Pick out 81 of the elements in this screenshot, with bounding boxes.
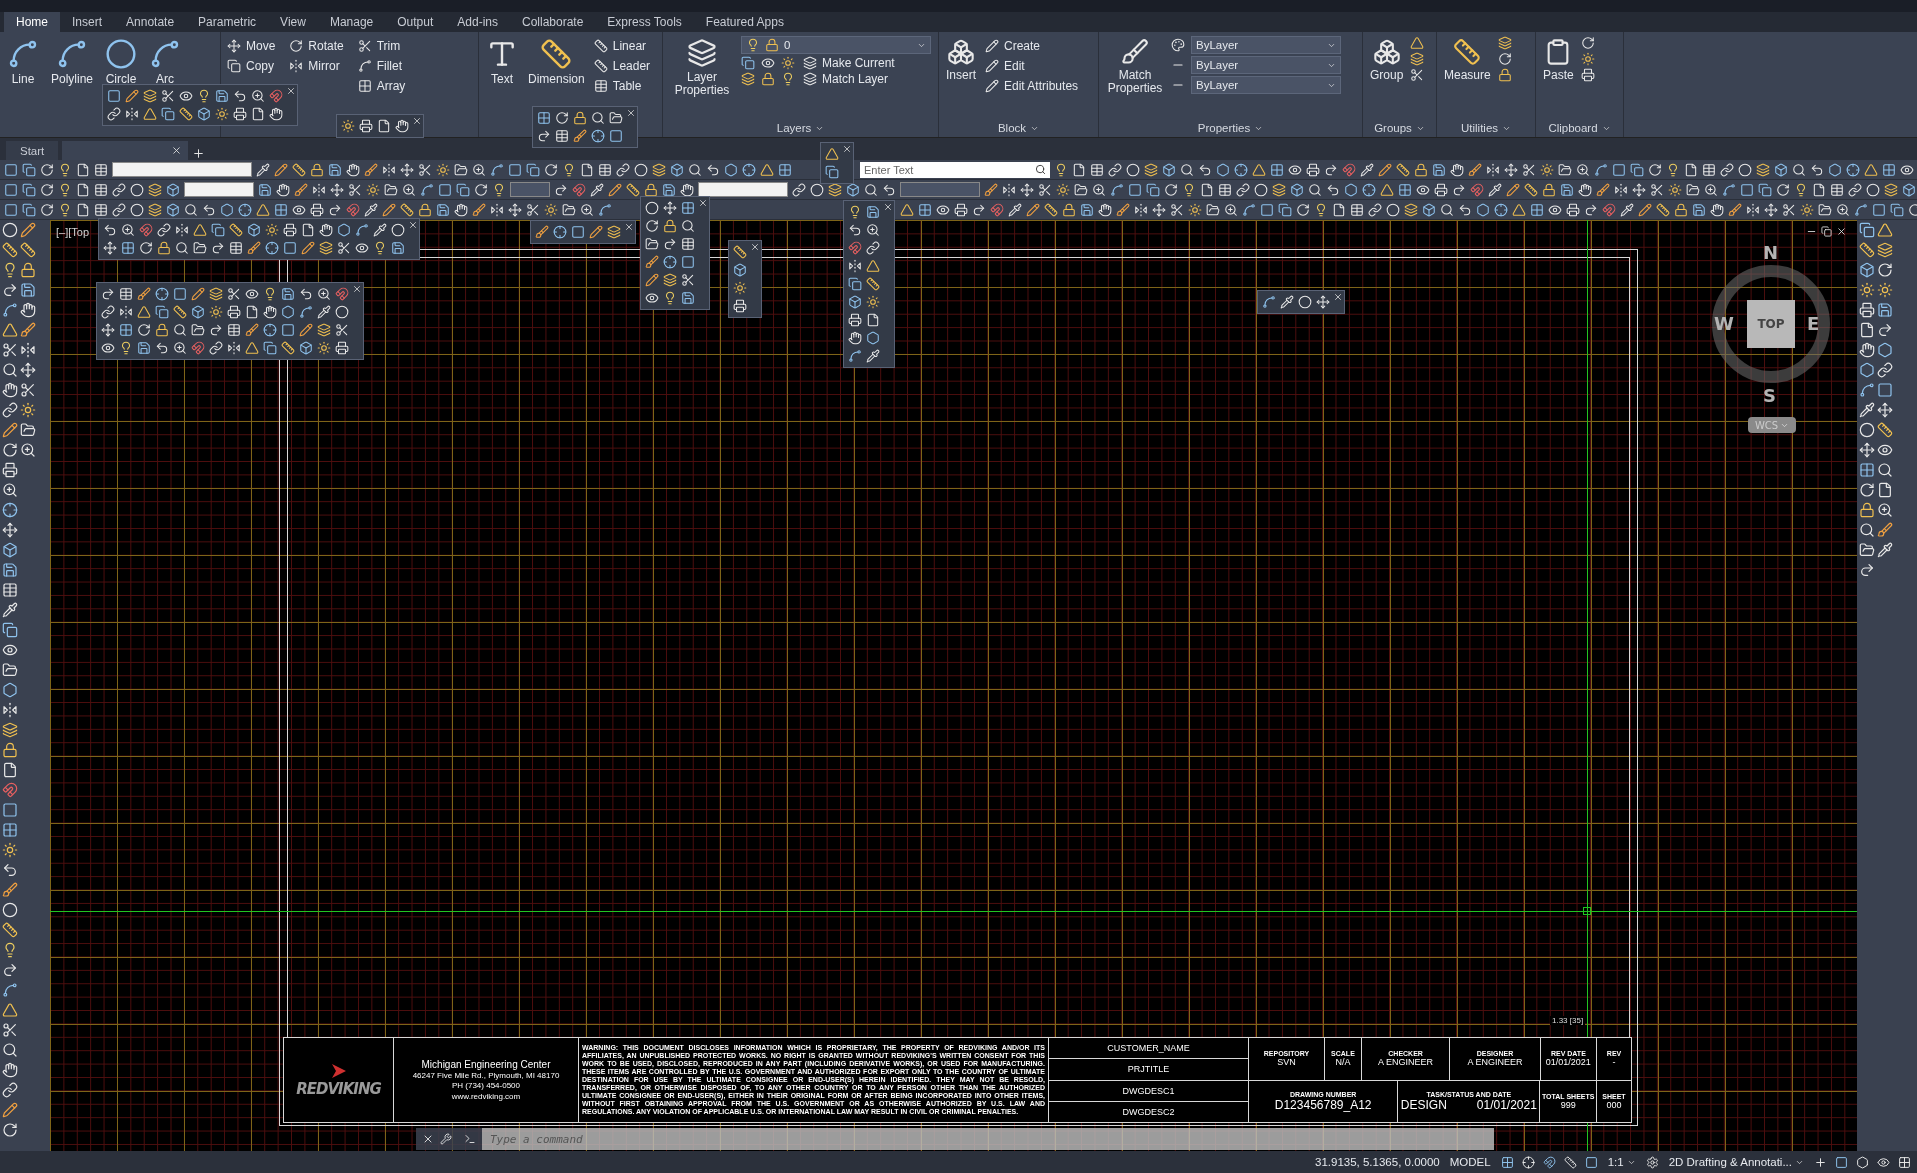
field-value: A ENGINEER [1467,1057,1523,1068]
description-cell: PRJTITLE [1049,1059,1248,1081]
field-value: 999 [1560,1099,1576,1110]
scale-label: 1.33 [35] [1550,1016,1586,1025]
panel-title[interactable]: Block [939,119,1098,137]
description-cell: CUSTOMER_NAME [1049,1038,1248,1060]
ribbon-button[interactable]: Circle [102,36,141,89]
company-info: Michigan Engineering Center [421,1057,551,1071]
description-cell: DWGDESC1 [1049,1080,1248,1102]
ribbon-button[interactable]: Leader [591,56,653,76]
field-value: SVN [1277,1057,1296,1068]
ribbon-tab[interactable]: Insert [60,12,115,32]
field-value: DESIGN [1400,1097,1447,1112]
ribbon-button[interactable]: Polyline [48,36,97,89]
property-dropdown[interactable]: ByLayer [1191,36,1341,54]
ribbon-tab[interactable]: Featured Apps [693,12,796,32]
compass-letter[interactable]: S [1763,385,1776,406]
ribbon-button[interactable]: Text [483,36,521,89]
viewport-label[interactable]: [–][Top [56,226,90,238]
layer-dropdown[interactable]: 0 [741,36,931,54]
ribbon-button[interactable]: Mirror [287,56,346,76]
ribbon-tab[interactable]: Parametric [186,12,269,32]
panel-title[interactable]: Layers [663,119,938,137]
panel-title[interactable]: Clipboard [1536,119,1623,137]
compass-letter[interactable]: N [1763,242,1779,263]
company-info: PH (734) 454-0500 [451,1081,520,1092]
ribbon-button[interactable]: Linear [591,36,653,56]
compass-letter[interactable]: E [1807,313,1820,334]
ribbon-button[interactable]: Array [355,76,408,96]
ribbon-button[interactable]: Fillet [355,56,408,76]
field-value: 000 [1606,1099,1622,1110]
ribbon-button[interactable]: Group [1367,36,1407,85]
scale-dropdown[interactable]: 1:1 [1605,1156,1638,1168]
file-tab[interactable]: Start [6,141,59,160]
ribbon-button[interactable]: Insert [943,36,979,85]
ribbon-button[interactable]: Table [591,76,653,96]
ribbon-button[interactable]: Line [4,36,42,89]
ribbon-button[interactable]: Measure [1441,36,1494,85]
ribbon-tab[interactable]: View [268,12,318,32]
ribbon-tab[interactable]: Home [4,12,60,32]
ribbon-button[interactable]: Match Properties [1103,36,1167,98]
company-info: 46247 Five Mile Rd., Plymouth, MI 48170 [412,1070,560,1082]
ribbon-tab[interactable]: Annotate [114,12,187,32]
ribbon-button[interactable]: Create [983,36,1081,56]
ribbon-button[interactable]: Trim [355,36,408,56]
field-value: 01/01/2021 [1476,1097,1537,1112]
compass-letter[interactable]: W [1714,313,1734,334]
property-dropdown[interactable]: ByLayer [1191,56,1341,74]
ribbon-button[interactable]: Copy [225,56,278,76]
ribbon-tab[interactable]: Collaborate [510,12,596,32]
ribbon-button[interactable]: Paste [1540,36,1577,85]
command-field[interactable]: Type a command [482,1128,1494,1150]
ribbon-tab[interactable]: Add-ins [445,12,510,32]
ribbon-tab[interactable]: Manage [317,12,386,32]
panel-title[interactable]: Utilities [1437,119,1535,137]
coordinates: 31.9135, 5.1365, 0.0000 [1315,1156,1440,1168]
ribbon-tab[interactable]: Express Tools [595,12,694,32]
field-value: N/A [1335,1057,1351,1068]
ribbon-button[interactable]: Layer Properties [667,36,737,100]
field-value: A ENGINEER [1378,1057,1434,1068]
ribbon-button[interactable]: Match Layer [801,72,891,86]
ribbon-button[interactable]: Edit Attributes [983,76,1081,96]
ribbon-button[interactable]: Rotate [287,36,346,56]
field-value: 01/01/2021 [1545,1057,1591,1068]
viewcube-face[interactable]: TOP [1747,300,1795,348]
workspace-dropdown[interactable]: 2D Drafting & Annotati... [1666,1156,1806,1168]
property-dropdown[interactable]: ByLayer [1191,76,1341,94]
ribbon-tab[interactable]: Output [385,12,446,32]
ribbon-button[interactable]: Dimension [525,36,588,89]
ribbon-button[interactable]: Move [225,36,278,56]
ribbon-button[interactable]: Make Current [801,56,897,70]
panel-title[interactable]: Groups [1363,119,1436,137]
panel-title[interactable]: Properties [1099,119,1362,137]
logo-text: REDVIKING [296,1080,381,1098]
space-toggle[interactable]: MODEL [1447,1156,1493,1168]
field-value: D123456789_A12 [1274,1097,1372,1112]
search-field[interactable]: Enter Text [860,161,1050,178]
description-cell-text: DWGDESC2 [1121,1105,1176,1119]
field-value: - [1612,1057,1616,1068]
company-info: www.redviking.com [451,1091,521,1103]
ribbon-button[interactable]: Edit [983,56,1081,76]
